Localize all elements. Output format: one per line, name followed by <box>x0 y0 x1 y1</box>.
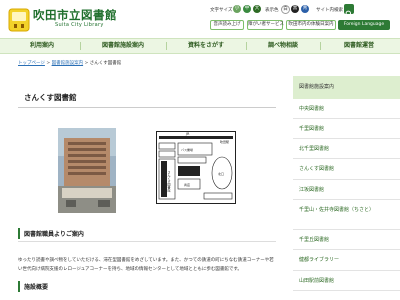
section-marker <box>18 228 20 239</box>
nav-reference[interactable]: 調べ物相談 <box>250 39 316 53</box>
title-divider <box>18 107 276 108</box>
section-divider <box>18 241 276 242</box>
map-north-exit-label: 北口 <box>218 171 224 176</box>
nav-search-materials[interactable]: 資料をさがす <box>170 39 242 53</box>
sidebar-item-senriyama[interactable]: 千里山・佐井寺図書館（ちさと） <box>293 200 400 230</box>
breadcrumb-separator: > <box>84 61 89 66</box>
font-size-label: 文字サイズ <box>210 8 233 13</box>
site-subtitle: Suita City Library <box>55 22 104 28</box>
nav-management[interactable]: 図書館運営 <box>324 39 394 53</box>
sidebar-item-senri[interactable]: 千里図書館 <box>293 119 400 139</box>
sidebar-item-kitasenri[interactable]: 北千里図書館 <box>293 139 400 159</box>
map-station-label: 吹田駅 <box>220 139 229 144</box>
access-map: JR 吹田駅 バス乗場 さんくす図書館 商店 北口 <box>156 131 236 204</box>
display-color-label: 表示色 <box>265 8 279 13</box>
site-search-link[interactable]: サイト内検索 <box>316 7 343 13</box>
sidebar-item-yamada[interactable]: 山田駅前図書館 <box>293 271 400 291</box>
section-title-facility-overview: 施設概要 <box>24 284 49 291</box>
sidebar-item-central[interactable]: 中央図書館 <box>293 99 400 119</box>
sidebar: 図書館施設案内 中央図書館 千里図書館 北千里図書館 さんくす図書館 江坂図書館… <box>293 76 400 300</box>
breadcrumb-current: さんくす図書館 <box>89 61 122 66</box>
section-marker <box>18 281 20 292</box>
building-photo <box>58 128 116 213</box>
section-body-staff-guide: ゆったり読書や調べ物をしていただける、滞在型図書館をめざしています。また、かつて… <box>18 258 274 272</box>
section-title-staff-guide: 図書館職員よりご案内 <box>24 231 84 238</box>
font-size-small-button[interactable]: 小 <box>233 5 241 13</box>
nav-usage-guide[interactable]: 利用案内 <box>8 39 76 53</box>
map-library-label: さんくす図書館 <box>167 170 171 193</box>
site-title[interactable]: 吹田市立図書館 <box>33 7 117 23</box>
color-white-button[interactable]: 白 <box>281 5 290 14</box>
sidebar-item-senrioka[interactable]: 千里丘図書館 <box>293 230 400 250</box>
nav-divider <box>166 42 167 50</box>
search-icon[interactable] <box>344 4 354 18</box>
foreign-language-button[interactable]: Foreign Language <box>338 20 390 30</box>
accessibility-service-button[interactable]: 障がい者サービス <box>247 20 284 30</box>
sidebar-header: 図書館施設案内 <box>293 76 400 99</box>
map-shop-label: 商店 <box>184 182 190 187</box>
breadcrumb-separator: > <box>46 61 51 66</box>
map-jr-label: JR <box>185 132 190 136</box>
map-bus-label: バス乗場 <box>181 147 193 152</box>
breadcrumb-facilities[interactable]: 図書館施設案内 <box>52 61 84 66</box>
library-logo-icon[interactable] <box>8 7 30 33</box>
event-info-button[interactable]: 吹田市内の体験日案内 <box>286 20 336 30</box>
color-black-button[interactable]: 黒 <box>291 5 299 13</box>
global-nav: 利用案内 図書館施設案内 資料をさがす 調べ物相談 図書館運営 <box>0 38 400 54</box>
read-aloud-button[interactable]: 音声読み上げ <box>210 20 244 30</box>
nav-divider <box>80 42 81 50</box>
sidebar-item-sanks[interactable]: さんくす図書館 <box>293 159 400 180</box>
nav-divider <box>320 42 321 50</box>
nav-facilities[interactable]: 図書館施設案内 <box>84 39 162 53</box>
breadcrumb-top[interactable]: トップページ <box>18 61 45 66</box>
font-size-large-button[interactable]: 大 <box>253 5 261 13</box>
nav-divider <box>246 42 247 50</box>
sidebar-item-esaka[interactable]: 江坂図書館 <box>293 180 400 200</box>
breadcrumb: トップページ > 図書館施設案内 > さんくす図書館 <box>18 60 121 66</box>
color-blue-button[interactable]: 青 <box>301 5 309 13</box>
sidebar-item-kento[interactable]: 健都ライブラリー <box>293 250 400 271</box>
page-title: さんくす図書館 <box>24 93 77 102</box>
font-size-medium-button[interactable]: 中 <box>243 5 251 13</box>
